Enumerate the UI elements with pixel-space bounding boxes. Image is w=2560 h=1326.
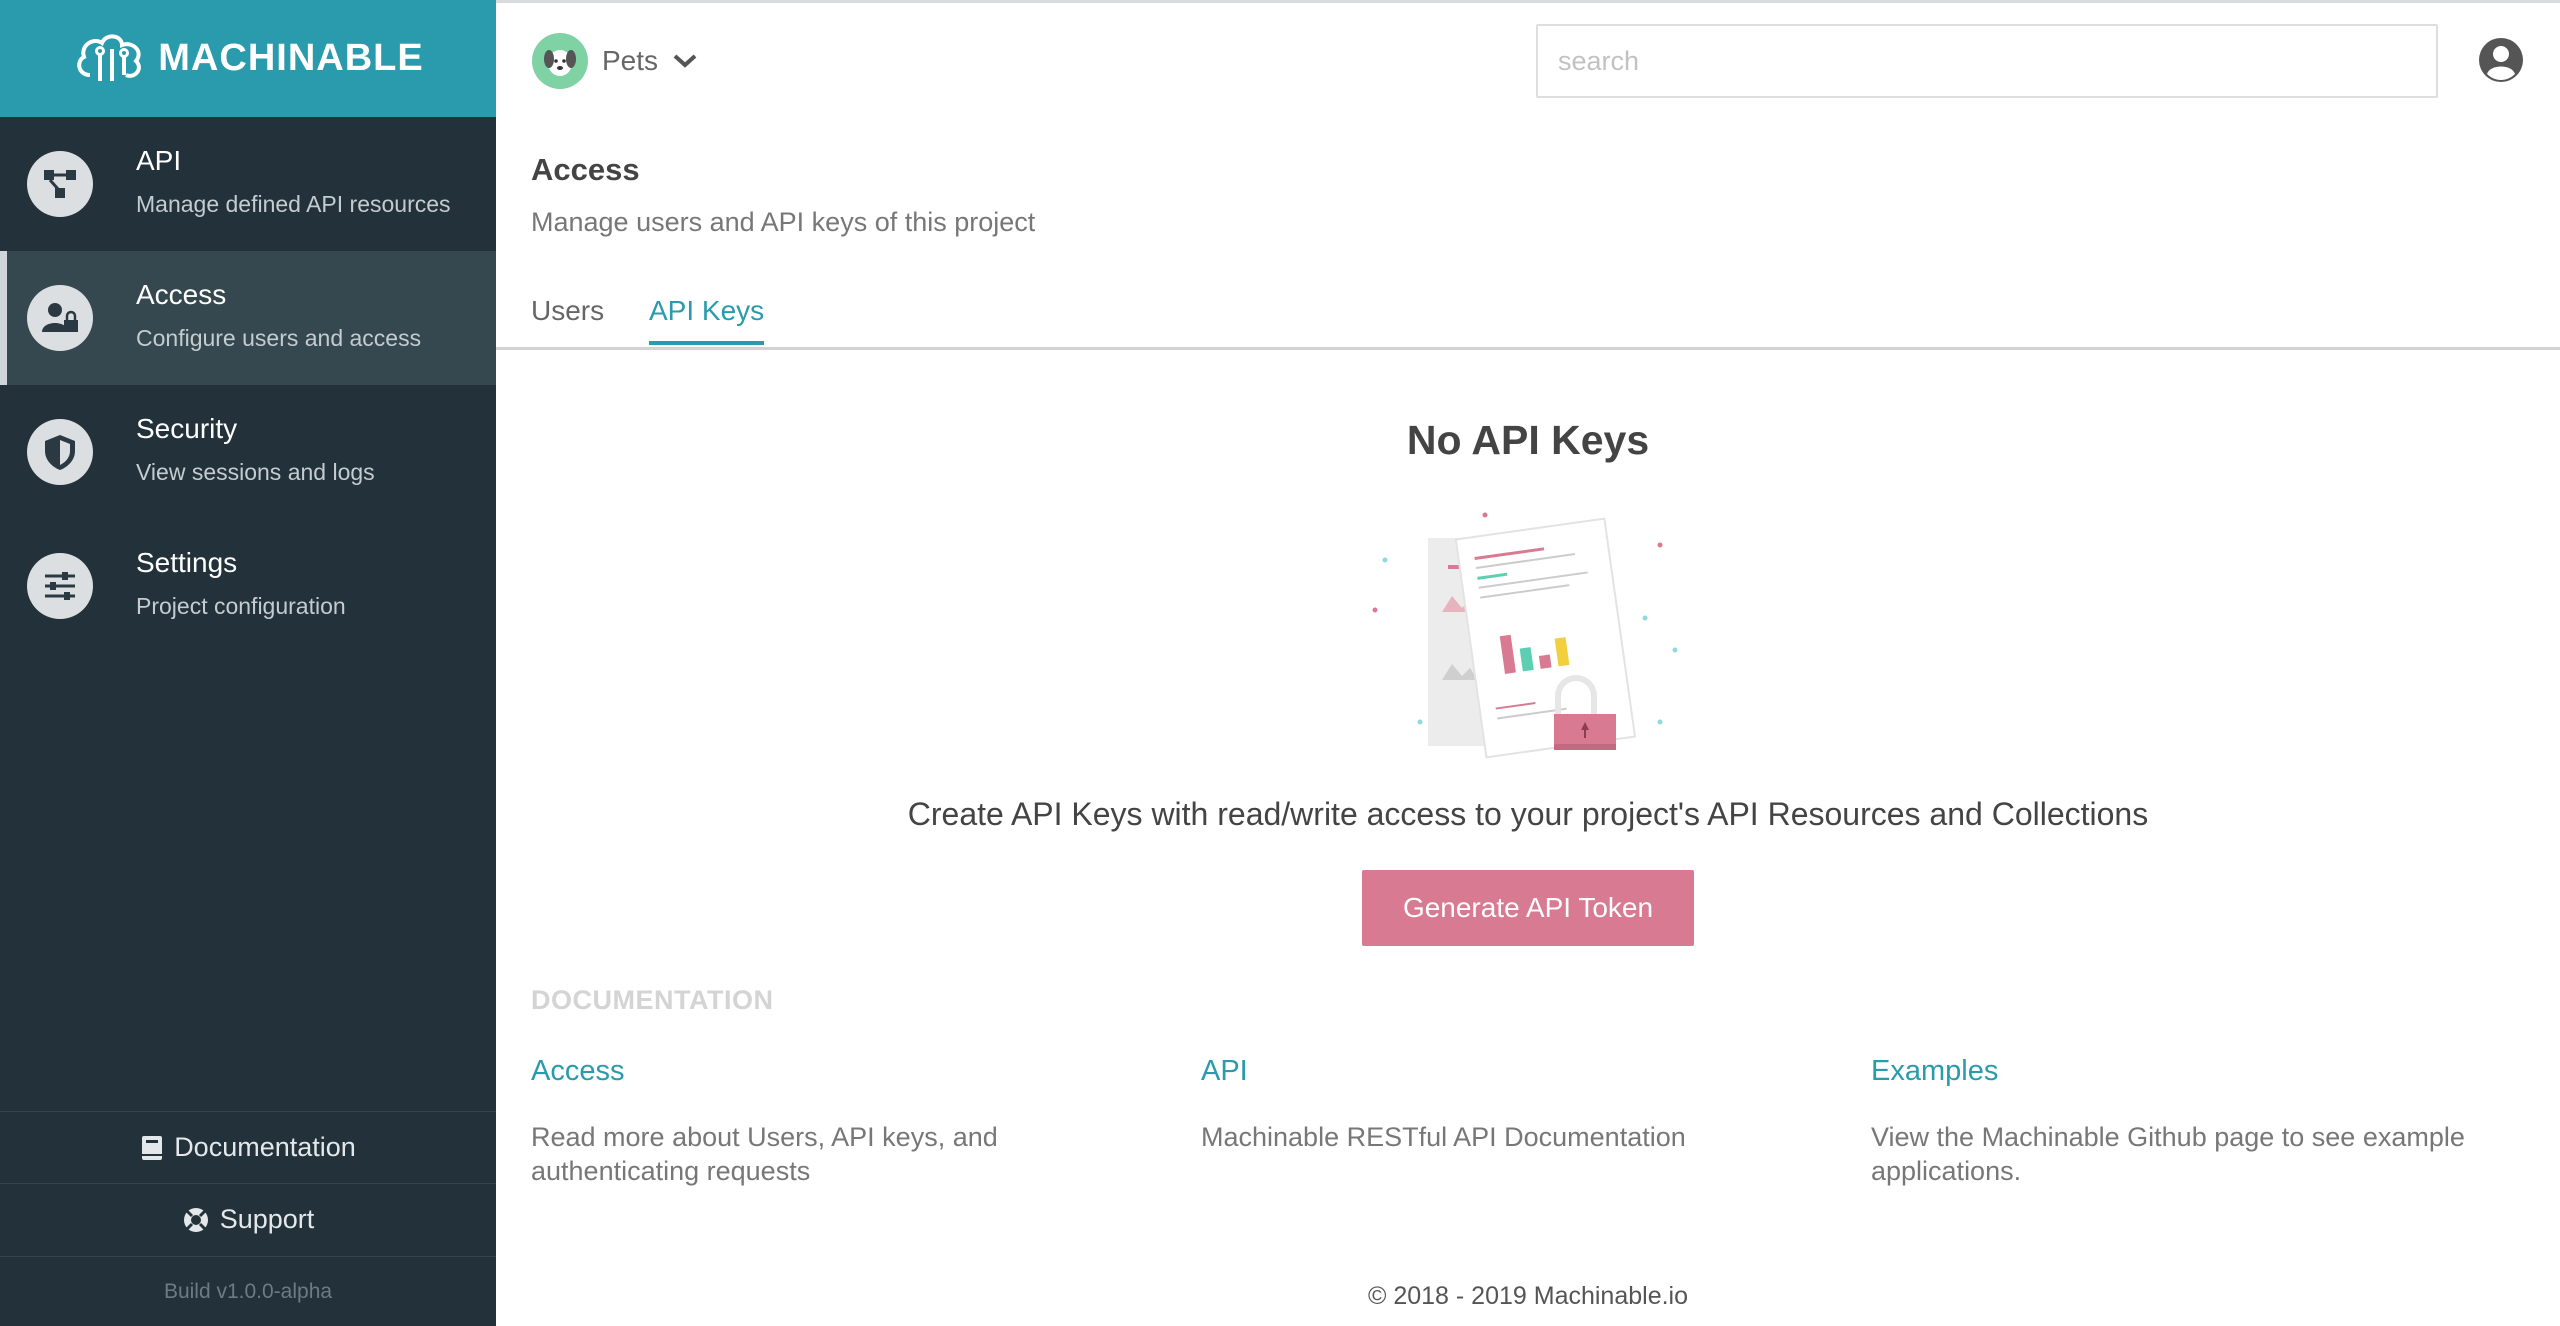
sidebar-item-title: API xyxy=(136,145,182,176)
sidebar-item-access[interactable]: Access Configure users and access xyxy=(0,251,496,385)
sidebar-item-subtitle: Manage defined API resources xyxy=(136,191,451,217)
chevron-down-icon xyxy=(673,54,697,68)
empty-state-description: Create API Keys with read/write access t… xyxy=(907,796,2149,832)
lifebuoy-icon xyxy=(183,1207,208,1232)
logo[interactable]: MACHINABLE xyxy=(0,0,496,117)
topbar: Pets xyxy=(496,0,2560,117)
user-lock-icon xyxy=(27,285,93,351)
sidebar-item-api[interactable]: API Manage defined API resources xyxy=(0,117,496,251)
doc-card-api: API Machinable RESTful API Documentation xyxy=(1201,1055,1841,1154)
brain-circuit-icon xyxy=(77,34,142,81)
build-version: Build v1.0.0-alpha xyxy=(0,1256,496,1326)
doc-description: Read more about Users, API keys, and aut… xyxy=(531,1122,998,1186)
page-title: Access xyxy=(531,152,640,187)
tab-users[interactable]: Users xyxy=(531,295,604,341)
project-name: Pets xyxy=(602,45,659,76)
sidebar-item-subtitle: Project configuration xyxy=(136,593,346,619)
doc-card-examples: Examples View the Machinable Github page… xyxy=(1871,1055,2511,1188)
doc-link-api[interactable]: API xyxy=(1201,1055,1841,1088)
doc-description: Machinable RESTful API Documentation xyxy=(1201,1122,1686,1152)
generate-api-token-button[interactable]: Generate API Token xyxy=(1362,870,1694,946)
doc-description: View the Machinable Github page to see e… xyxy=(1871,1122,2465,1186)
sidebar: MACHINABLE API Manage defined API resour… xyxy=(0,0,496,1326)
copyright: © 2018 - 2019 Machinable.io xyxy=(1367,1282,1689,1310)
tab-divider xyxy=(496,347,2560,350)
dog-avatar-icon xyxy=(532,33,588,89)
support-link[interactable]: Support xyxy=(0,1183,496,1255)
sidebar-item-settings[interactable]: Settings Project configuration xyxy=(0,519,496,653)
locked-documents-illustration xyxy=(1372,512,1678,759)
sliders-icon xyxy=(27,553,93,619)
support-label: Support xyxy=(219,1204,315,1234)
sidebar-item-subtitle: Configure users and access xyxy=(136,325,422,351)
doc-link-access[interactable]: Access xyxy=(531,1055,1171,1088)
book-icon xyxy=(142,1135,163,1160)
documentation-label: Documentation xyxy=(174,1132,356,1162)
empty-state-title: No API Keys xyxy=(1406,417,1650,463)
logo-text: MACHINABLE xyxy=(158,37,424,79)
search-input[interactable] xyxy=(1536,24,2438,98)
sidebar-item-subtitle: View sessions and logs xyxy=(136,459,375,485)
sidebar-item-title: Security xyxy=(136,413,238,444)
sidebar-item-title: Access xyxy=(136,279,227,310)
shield-icon xyxy=(27,419,93,485)
doc-link-examples[interactable]: Examples xyxy=(1871,1055,2511,1088)
project-selector[interactable]: Pets xyxy=(532,33,698,89)
doc-card-access: Access Read more about Users, API keys, … xyxy=(531,1055,1171,1188)
api-nodes-icon xyxy=(27,151,93,217)
page-subtitle: Manage users and API keys of this projec… xyxy=(531,207,1036,237)
documentation-link[interactable]: Documentation xyxy=(0,1111,496,1183)
account-icon[interactable] xyxy=(2478,37,2524,83)
tab-api-keys[interactable]: API Keys xyxy=(649,295,765,345)
sidebar-item-title: Settings xyxy=(136,547,238,578)
sidebar-item-security[interactable]: Security View sessions and logs xyxy=(0,385,496,519)
documentation-heading: DOCUMENTATION xyxy=(531,985,774,1015)
